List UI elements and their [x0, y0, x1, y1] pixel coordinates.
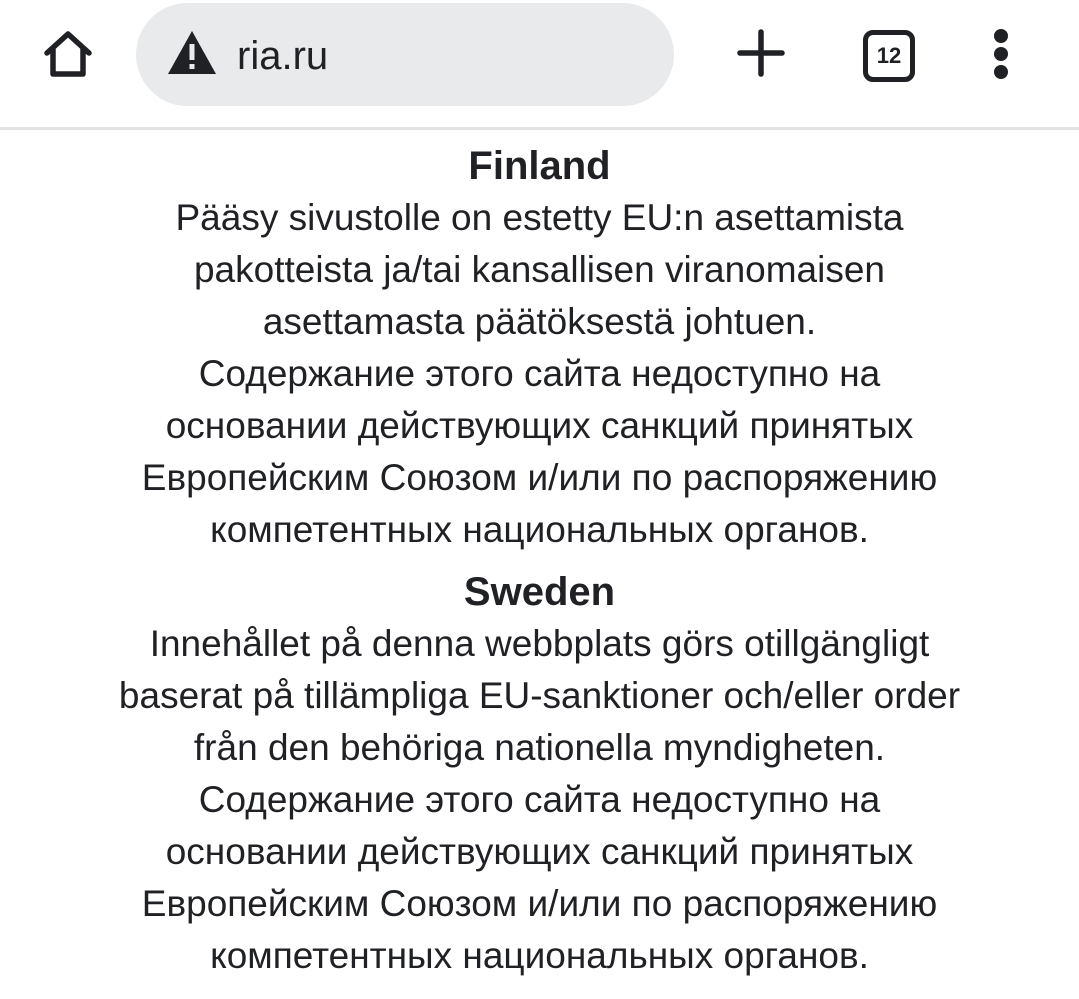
- notice-line: pakotteista ja/tai kansallisen viranomai…: [193, 249, 886, 290]
- notice-line: компетентных национальных органов.: [210, 509, 869, 550]
- notice-line: Содержание этого сайта недоступно на: [198, 779, 881, 820]
- notice-line: Европейским Союзом и/или по распоряжению: [141, 457, 938, 498]
- notice-section-finland: Finland Pääsy sivustolle on estetty EU:n…: [0, 140, 1079, 556]
- home-icon: [44, 31, 92, 77]
- browser-toolbar: ria.ru 12: [0, 0, 1079, 130]
- url-text: ria.ru: [237, 34, 329, 78]
- notice-line: Innehållet på denna webbplats görs otill…: [149, 623, 930, 664]
- new-tab-button[interactable]: [730, 22, 792, 84]
- country-heading: Finland: [468, 144, 611, 188]
- plus-icon: [737, 29, 785, 77]
- notice-line: Pääsy sivustolle on estetty EU:n asettam…: [175, 197, 904, 238]
- notice-text: Innehållet på denna webbplats görs otill…: [0, 618, 1079, 982]
- address-bar[interactable]: ria.ru: [136, 3, 674, 106]
- notice-text: Pääsy sivustolle on estetty EU:n asettam…: [0, 192, 1079, 556]
- tab-switcher-button[interactable]: 12: [860, 27, 915, 82]
- notice-line: baserat på tillämpliga EU-sanktioner och…: [118, 675, 961, 716]
- blocked-notice: Finland Pääsy sivustolle on estetty EU:n…: [0, 140, 1079, 992]
- more-vert-icon[interactable]: [980, 24, 1022, 84]
- notice-line: основании действующих санкций принятых: [165, 405, 914, 446]
- country-heading: Sweden: [463, 570, 616, 614]
- notice-line: Европейским Союзом и/или по распоряжению: [141, 883, 938, 924]
- notice-section-sweden: Sweden Innehållet på denna webbplats gör…: [0, 566, 1079, 982]
- notice-line: från den behöriga nationella myndigheten…: [193, 727, 886, 768]
- notice-line: asettamasta päätöksestä johtuen.: [262, 301, 817, 342]
- notice-line: Содержание этого сайта недоступно на: [198, 353, 881, 394]
- notice-line: основании действующих санкций принятых: [165, 831, 914, 872]
- warning-triangle-icon[interactable]: [166, 28, 218, 78]
- home-button[interactable]: [32, 22, 104, 86]
- tab-count: 12: [876, 43, 902, 68]
- notice-line: компетентных национальных органов.: [210, 935, 869, 976]
